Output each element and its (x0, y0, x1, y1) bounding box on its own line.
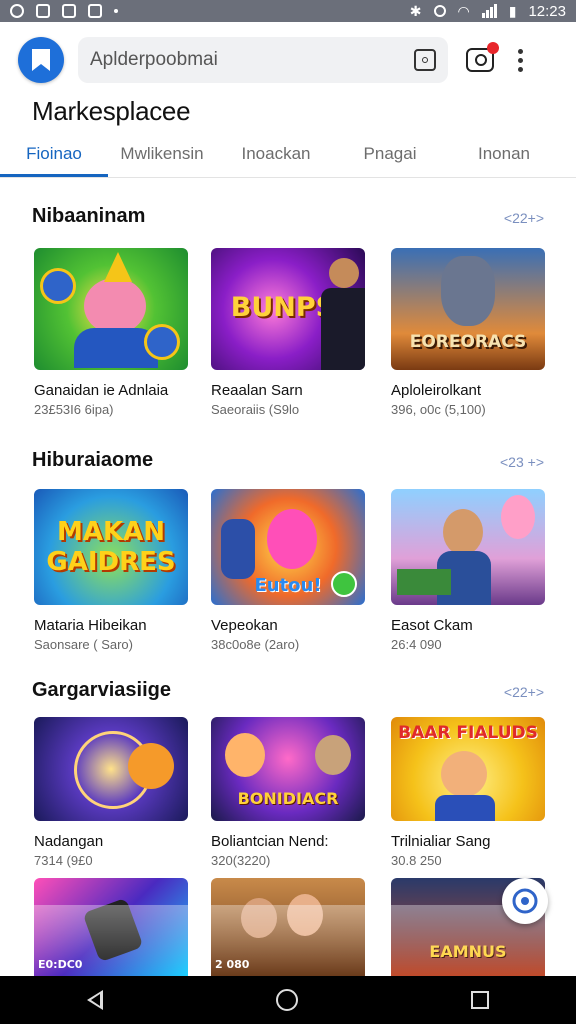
tab-1[interactable]: Mwlikensin (108, 138, 216, 177)
game-thumbnail: 2 080 (211, 878, 365, 976)
signal-icon (481, 4, 497, 18)
game-card[interactable]: Eutou! Vepeokan 38c0o8e (2aro) (211, 489, 365, 652)
game-thumbnail (34, 248, 188, 370)
card-title: Vepeokan (211, 617, 278, 634)
game-card[interactable]: BONIDIACR Boliantcian Nend: 320(3220) (211, 717, 365, 868)
status-bar: ✱ ◠ ▮ 12:23 (0, 0, 576, 22)
floating-action-button[interactable] (502, 878, 548, 924)
card-title: Aploleirolkant (391, 382, 482, 399)
game-thumbnail: Eutou! (211, 489, 365, 605)
tab-4[interactable]: Inonan (444, 138, 564, 177)
card-subtitle: 38c0o8e (2aro) (211, 637, 300, 652)
section-title-3: Gargarviasiige (32, 679, 171, 701)
see-all-link-3[interactable]: <22+> (504, 684, 544, 700)
app-header: Aplderpoobmai (0, 22, 576, 98)
thumbnail-text: 2 080 (215, 958, 250, 971)
card-subtitle: Saeoraiis (S9lo (211, 402, 300, 417)
thumbnail-text: MAKAN GAIDRES (46, 517, 176, 577)
alarm-icon (433, 5, 446, 17)
game-thumbnail: BUNPSI (211, 248, 365, 370)
card-subtitle: 26:4 090 (391, 637, 442, 652)
thumbnail-text: EOREORACS (409, 332, 527, 352)
card-subtitle: 396, o0c (5,100) (391, 402, 486, 417)
notification-badge (487, 42, 499, 54)
card-subtitle: 320(3220) (211, 853, 271, 868)
card-title: Mataria Hibeikan (34, 617, 147, 634)
dot-icon (114, 9, 118, 13)
game-card[interactable]: Ganaidan ie Adnlaia 23£53I6 6ipa) (34, 248, 188, 417)
back-icon[interactable] (86, 990, 103, 1010)
card-title: Ganaidan ie Adnlaia (34, 382, 169, 399)
search-input[interactable]: Aplderpoobmai (90, 49, 414, 71)
image-icon (62, 4, 76, 18)
game-thumbnail: BONIDIACR (211, 717, 365, 821)
see-all-link-1[interactable]: <22+> (504, 210, 544, 226)
game-thumbnail: BAAR FIALUDS (391, 717, 545, 821)
clock: 12:23 (528, 2, 566, 20)
scan-icon[interactable] (414, 49, 436, 71)
compass-icon (512, 888, 538, 914)
game-card[interactable]: BAAR FIALUDS Trilnialiar Sang 30.8 250 (391, 717, 545, 868)
card-title: Reaalan Sarn (211, 382, 303, 399)
search-bar[interactable]: Aplderpoobmai (78, 37, 448, 83)
game-card[interactable]: 2 080 (211, 878, 365, 976)
card-subtitle: Saonsare ( Saro) (34, 637, 133, 652)
bookmark-icon (32, 49, 50, 71)
game-card[interactable]: E0:DC0 (34, 878, 188, 976)
game-card[interactable]: Easot Ckam 26:4 090 (391, 489, 545, 652)
battery-icon: ▮ (508, 2, 517, 19)
more-options-icon[interactable] (518, 48, 523, 72)
message-icon (88, 4, 102, 18)
thumbnail-text: BONIDIACR (237, 789, 339, 808)
game-card[interactable]: EOREORACS Aploleirolkant 396, o0c (5,100… (391, 248, 545, 417)
system-nav-bar (0, 976, 576, 1024)
recent-apps-icon[interactable] (471, 991, 490, 1009)
card-title: Nadangan (34, 833, 104, 850)
card-subtitle: 7314 (9£0 (34, 853, 93, 868)
section-title-2: Hiburaiaome (32, 449, 154, 471)
wifi-icon: ◠ (457, 2, 470, 19)
thumbnail-text: E0:DC0 (38, 958, 83, 971)
game-thumbnail (391, 489, 545, 605)
card-subtitle: 23£53I6 6ipa) (34, 402, 114, 417)
game-card[interactable]: MAKAN GAIDRES Mataria Hibeikan Saonsare … (34, 489, 188, 652)
game-thumbnail: MAKAN GAIDRES (34, 489, 188, 605)
game-thumbnail: EOREORACS (391, 248, 545, 370)
card-title: Trilnialiar Sang (391, 833, 491, 850)
tab-bar: Fioinao Mwlikensin Inoackan Pnagai Inona… (0, 138, 576, 178)
thumbnail-text: EAMNUS (429, 942, 507, 961)
game-thumbnail (34, 717, 188, 821)
card-subtitle: 30.8 250 (391, 853, 442, 868)
tab-2[interactable]: Inoackan (216, 138, 336, 177)
game-thumbnail: E0:DC0 (34, 878, 188, 976)
tab-0[interactable]: Fioinao (0, 138, 108, 177)
shield-icon (36, 4, 50, 18)
game-card[interactable]: Nadangan 7314 (9£0 (34, 717, 188, 868)
see-all-link-2[interactable]: <23 +> (500, 454, 544, 470)
tab-3[interactable]: Pnagai (336, 138, 444, 177)
bluetooth-icon: ✱ (409, 2, 422, 19)
card-title: Boliantcian Nend: (211, 833, 329, 850)
thumbnail-text: BAAR FIALUDS (398, 723, 538, 743)
camera-icon[interactable] (466, 42, 499, 72)
game-card[interactable]: BUNPSI Reaalan Sarn Saeoraiis (S9lo (211, 248, 365, 417)
notification-icon (10, 4, 24, 18)
section-title-1: Nibaaninam (32, 205, 146, 227)
app-logo-icon[interactable] (18, 37, 64, 83)
home-icon[interactable] (275, 989, 298, 1011)
page-title: Markesplacee (32, 96, 191, 126)
card-title: Easot Ckam (391, 617, 473, 634)
